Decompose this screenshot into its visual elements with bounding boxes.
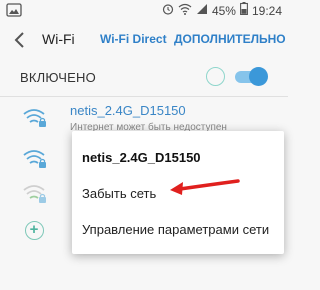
toggle-thumb: [249, 67, 268, 86]
divider: [0, 96, 288, 97]
wifi-switch-label: ВКЛЮЧЕНО: [20, 70, 96, 85]
back-arrow-icon[interactable]: [10, 30, 30, 50]
signal-icon: [196, 2, 208, 20]
wifi-direct-button[interactable]: Wi-Fi Direct: [100, 32, 167, 46]
status-bar: 45% 19:24: [0, 0, 288, 22]
gallery-icon: [6, 3, 22, 22]
wifi-lock-icon: [22, 107, 48, 129]
circle-indicator-icon: [206, 67, 225, 86]
network-name[interactable]: netis_2.4G_D15150: [70, 103, 186, 118]
wifi-lock-icon[interactable]: [22, 148, 48, 170]
manage-network-settings-item[interactable]: Управление параметрами сети: [82, 222, 269, 237]
page-title: Wi-Fi: [42, 31, 75, 47]
alarm-icon: [162, 2, 174, 20]
clock: 19:24: [251, 4, 282, 18]
wifi-weak-lock-icon[interactable]: [22, 183, 48, 205]
battery-percent: 45%: [211, 4, 236, 18]
wifi-switch-row[interactable]: ВКЛЮЧЕНО: [0, 58, 288, 96]
menu-title: netis_2.4G_D15150: [82, 150, 201, 165]
plus-circle-icon[interactable]: +: [25, 221, 44, 240]
red-arrow-icon: [168, 177, 240, 197]
battery-icon: [240, 2, 248, 20]
wifi-toggle[interactable]: [235, 67, 268, 86]
more-button[interactable]: ДОПОЛНИТЕЛЬНО: [174, 32, 286, 46]
wifi-icon: [178, 2, 192, 20]
forget-network-item[interactable]: Забыть сеть: [82, 186, 156, 201]
app-header: Wi-Fi Wi-Fi Direct ДОПОЛНИТЕЛЬНО: [0, 22, 288, 58]
